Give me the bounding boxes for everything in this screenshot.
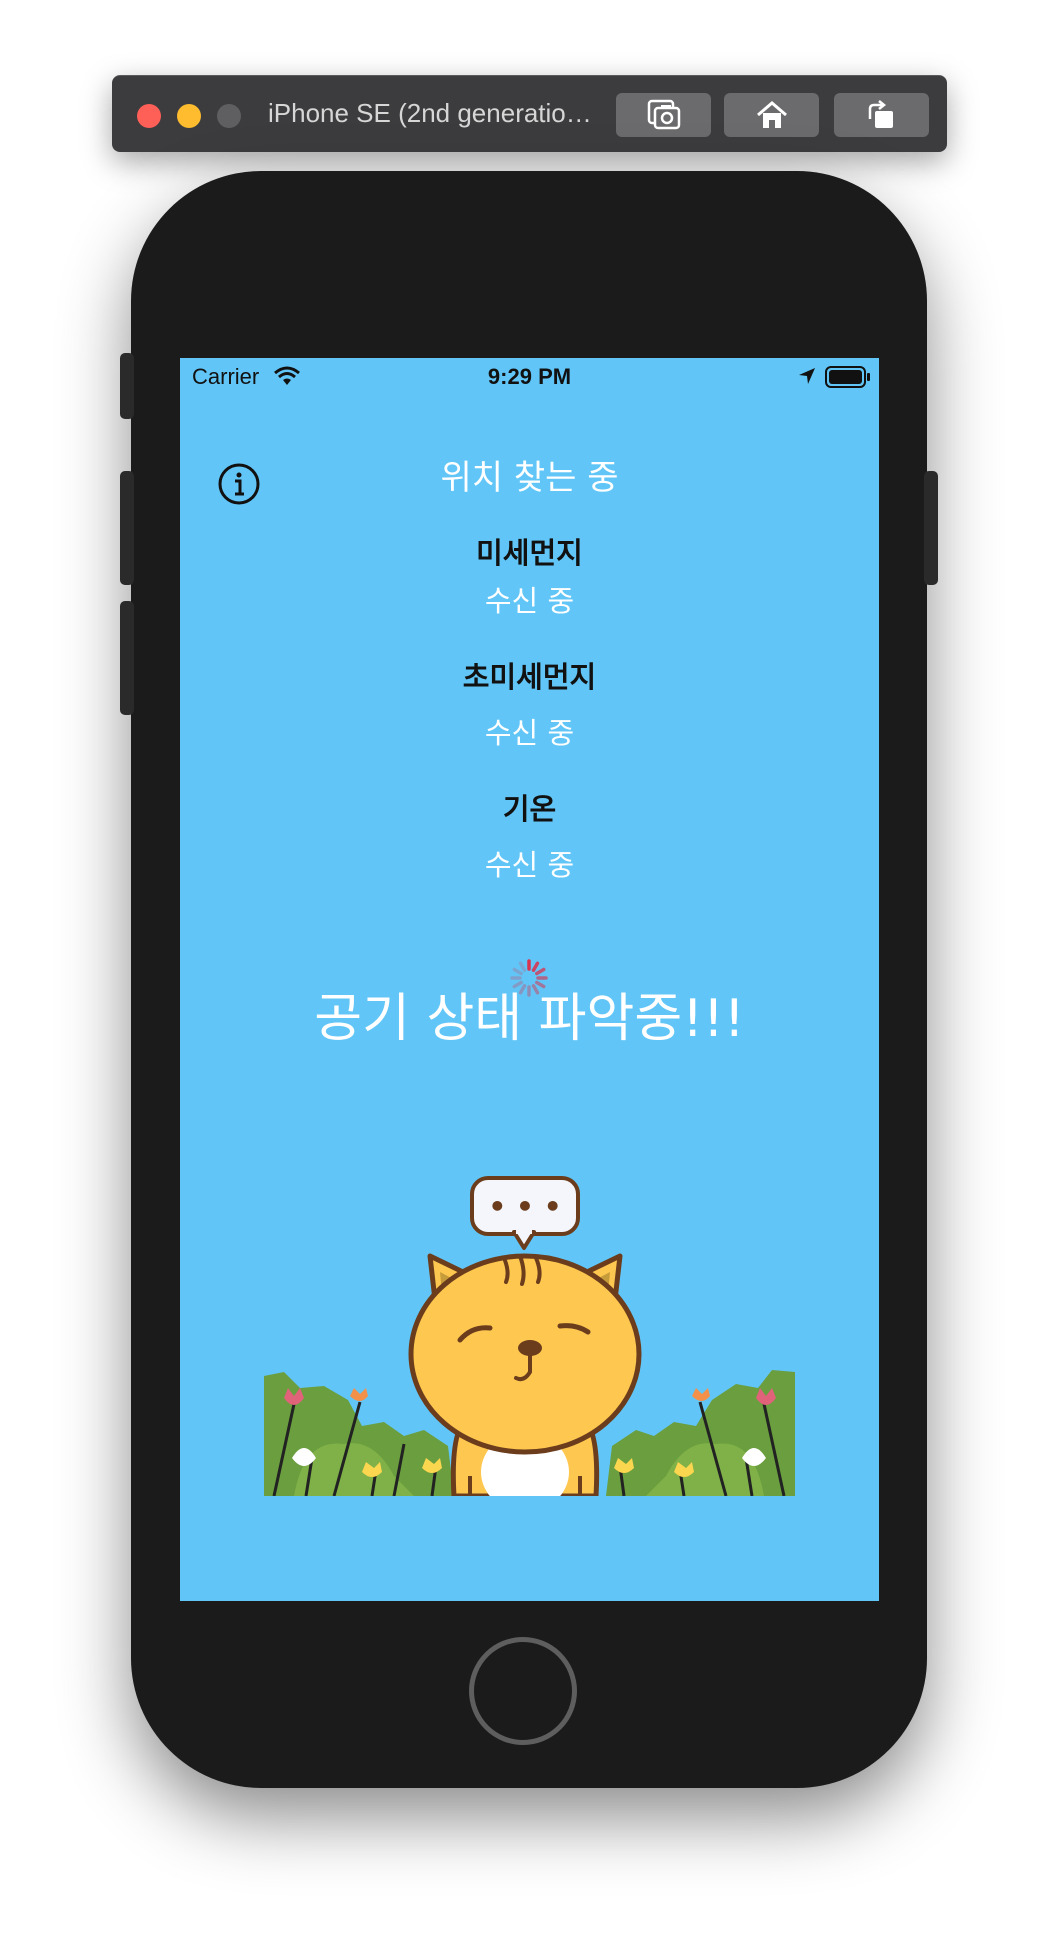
home-icon	[756, 101, 787, 128]
simulator-title: iPhone SE (2nd generatio…	[268, 98, 592, 128]
fine-dust-label: 미세먼지	[476, 536, 583, 570]
mute-switch[interactable]	[120, 353, 134, 419]
location-text: 위치 찾는 중	[440, 458, 619, 498]
rotate-button[interactable]	[834, 93, 929, 137]
status-time: 9:29 PM	[487, 364, 572, 389]
minimize-window-button[interactable]	[177, 104, 201, 128]
home-button[interactable]	[724, 93, 819, 137]
location-arrow-icon	[799, 368, 815, 384]
loading-spinner-icon	[510, 959, 548, 997]
simulator-toolbar: iPhone SE (2nd generatio…	[112, 75, 947, 152]
screenshot-button[interactable]	[616, 93, 711, 137]
battery-icon	[825, 366, 870, 388]
volume-down-button[interactable]	[120, 601, 134, 715]
screenshot-icon	[647, 99, 680, 130]
temperature-label: 기온	[502, 792, 557, 826]
fine-dust-value: 수신 중	[484, 584, 575, 618]
rotate-icon	[868, 100, 893, 128]
ultrafine-dust-value: 수신 중	[484, 716, 575, 750]
simulator-window: iPhone SE (2nd generatio… Carrier 9:29 P…	[0, 0, 1058, 1938]
power-button[interactable]	[924, 471, 938, 585]
temperature-value: 수신 중	[484, 848, 575, 882]
cat-illustration: • • •	[264, 1176, 795, 1496]
status-bar: Carrier 9:29 PM	[180, 358, 879, 398]
close-window-button[interactable]	[137, 104, 161, 128]
zoom-window-button[interactable]	[217, 104, 241, 128]
app-screen: Carrier 9:29 PM 위치 찾는 중 미세먼지 수신 중 초미세먼지 …	[180, 358, 879, 1601]
ultrafine-dust-label: 초미세먼지	[462, 660, 597, 694]
speech-bubble-text: • • •	[488, 1190, 561, 1223]
device-home-button[interactable]	[469, 1637, 577, 1745]
volume-up-button[interactable]	[120, 471, 134, 585]
